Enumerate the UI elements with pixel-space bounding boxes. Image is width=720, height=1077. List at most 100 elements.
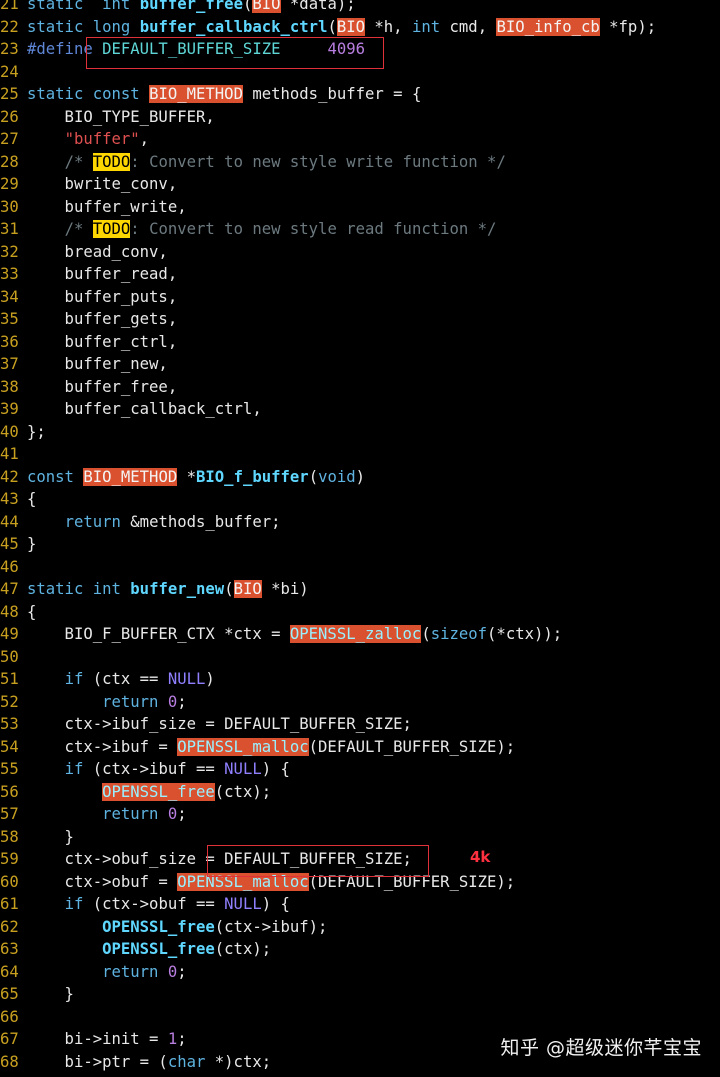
- code-line[interactable]: 64 return 0;: [0, 961, 720, 984]
- line-number: 30: [0, 197, 19, 216]
- code-line[interactable]: 48 {: [0, 601, 720, 624]
- code-line[interactable]: 62 OPENSSL_free(ctx->ibuf);: [0, 916, 720, 939]
- code-line[interactable]: 45}: [0, 533, 720, 556]
- code-line[interactable]: 30 buffer_write,: [0, 196, 720, 219]
- code-token: (ctx->obuf ==: [83, 895, 225, 913]
- code-line[interactable]: 25 static const BIO_METHOD methods_buffer…: [0, 83, 720, 106]
- code-token: if: [64, 895, 84, 913]
- code-line[interactable]: 59 ctx->obuf_size = DEFAULT_BUFFER_SIZE;: [0, 848, 720, 871]
- code-token: (DEFAULT_BUFFER_SIZE);: [308, 737, 516, 756]
- line-number: 47: [0, 580, 19, 598]
- code-token: #define: [27, 40, 93, 58]
- code-line[interactable]: 27 "buffer",: [0, 128, 720, 151]
- code-token: buffer_new,: [27, 355, 168, 373]
- code-line[interactable]: 21 static int buffer_free(BIO *data);: [0, 0, 720, 16]
- code-token: buffer_puts,: [27, 287, 178, 306]
- code-token: ;: [177, 805, 187, 823]
- code-line[interactable]: 61 if (ctx->obuf == NULL) {: [0, 893, 720, 916]
- line-number: 62: [0, 917, 19, 936]
- code-line[interactable]: 28 /* TODO: Convert to new style write f…: [0, 151, 720, 174]
- code-line[interactable]: 29 bwrite_conv,: [0, 173, 720, 196]
- code-line[interactable]: 31 /* TODO: Convert to new style read fu…: [0, 218, 720, 241]
- code-line[interactable]: 22 static long buffer_callback_ctrl(BIO *…: [0, 16, 720, 39]
- code-token: const: [92, 85, 140, 103]
- code-token: int: [411, 17, 441, 36]
- code-token: BIO_info_cb: [496, 17, 600, 36]
- code-line[interactable]: 57 return 0;: [0, 803, 720, 826]
- code-token: }: [27, 985, 74, 1003]
- code-line[interactable]: 36 buffer_ctrl,: [0, 331, 720, 354]
- code-line[interactable]: 26 BIO_TYPE_BUFFER,: [0, 106, 720, 129]
- code-line[interactable]: 58 }: [0, 826, 720, 849]
- code-line[interactable]: 38 buffer_free,: [0, 376, 720, 399]
- code-line[interactable]: 53 ctx->ibuf_size = DEFAULT_BUFFER_SIZE;: [0, 713, 720, 736]
- line-number: 58: [0, 827, 19, 846]
- code-line[interactable]: 43 {: [0, 488, 720, 511]
- code-line[interactable]: 37 buffer_new,: [0, 353, 720, 376]
- code-line[interactable]: 55 if (ctx->ibuf == NULL) {: [0, 758, 720, 781]
- code-line[interactable]: 52 return 0;: [0, 691, 720, 714]
- code-token: *bi): [261, 580, 309, 598]
- code-token: 0: [167, 692, 178, 711]
- line-number: 28: [0, 152, 19, 171]
- code-line[interactable]: 40};: [0, 421, 720, 444]
- line-number: 64: [0, 962, 19, 981]
- code-token: return: [102, 692, 159, 711]
- code-token: DEFAULT_BUFFER_SIZE: [92, 40, 328, 58]
- line-number: 22: [0, 17, 19, 36]
- code-line[interactable]: 41: [0, 443, 720, 466]
- code-token: 1: [167, 1030, 178, 1048]
- code-line[interactable]: 33 buffer_read,: [0, 263, 720, 286]
- code-line[interactable]: 51 if (ctx == NULL): [0, 668, 720, 691]
- code-token: static: [27, 580, 84, 598]
- code-line[interactable]: 44 return &methods_buffer;: [0, 511, 720, 534]
- code-token: (: [242, 0, 253, 13]
- code-token: bread_conv,: [27, 242, 168, 261]
- code-editor[interactable]: 21 static int buffer_free(BIO *data); 22st…: [0, 0, 720, 1073]
- code-token: buffer_free,: [27, 377, 178, 396]
- code-line[interactable]: 35 buffer_gets,: [0, 308, 720, 331]
- line-number: 51: [0, 670, 19, 688]
- code-line[interactable]: 23 #define DEFAULT_BUFFER_SIZE 4096: [0, 38, 720, 61]
- code-line[interactable]: 50: [0, 646, 720, 669]
- code-token: ) {: [261, 895, 290, 913]
- line-number: 65: [0, 985, 19, 1003]
- line-number: 50: [0, 647, 19, 666]
- code-line[interactable]: 39 buffer_callback_ctrl,: [0, 398, 720, 421]
- code-line[interactable]: 49 BIO_F_BUFFER_CTX *ctx = OPENSSL_zallo…: [0, 623, 720, 646]
- code-line[interactable]: 42 const BIO_METHOD *BIO_f_buffer(void): [0, 466, 720, 489]
- code-line[interactable]: 24: [0, 61, 720, 84]
- code-line[interactable]: 56 OPENSSL_free(ctx);: [0, 781, 720, 804]
- code-token: {: [27, 490, 37, 508]
- code-token: buffer_new: [130, 580, 225, 598]
- code-line[interactable]: 34 buffer_puts,: [0, 286, 720, 309]
- code-token: buffer_callback_ctrl: [139, 17, 328, 36]
- code-token: return: [102, 962, 159, 981]
- code-token: (*ctx));: [487, 625, 563, 643]
- code-line[interactable]: 63 OPENSSL_free(ctx);: [0, 938, 720, 961]
- code-line[interactable]: 47 static int buffer_new(BIO *bi): [0, 578, 720, 601]
- code-line[interactable]: 60 ctx->obuf = OPENSSL_malloc(DEFAULT_BU…: [0, 871, 720, 894]
- code-line[interactable]: 66: [0, 1006, 720, 1029]
- code-token: BIO: [336, 17, 366, 36]
- code-line[interactable]: 65 }: [0, 983, 720, 1006]
- code-line[interactable]: 32 bread_conv,: [0, 241, 720, 264]
- code-token: 4096: [327, 40, 365, 58]
- code-token: OPENSSL_free: [102, 940, 215, 958]
- line-number: 34: [0, 287, 19, 306]
- code-token: (ctx);: [214, 782, 272, 801]
- code-token: "buffer": [64, 130, 140, 148]
- code-token: ctx->ibuf =: [27, 737, 178, 756]
- line-number: 46: [0, 557, 19, 576]
- code-line[interactable]: 46: [0, 556, 720, 579]
- code-token: *fp);: [599, 17, 657, 36]
- code-line[interactable]: 54 ctx->ibuf = OPENSSL_malloc(DEFAULT_BU…: [0, 736, 720, 759]
